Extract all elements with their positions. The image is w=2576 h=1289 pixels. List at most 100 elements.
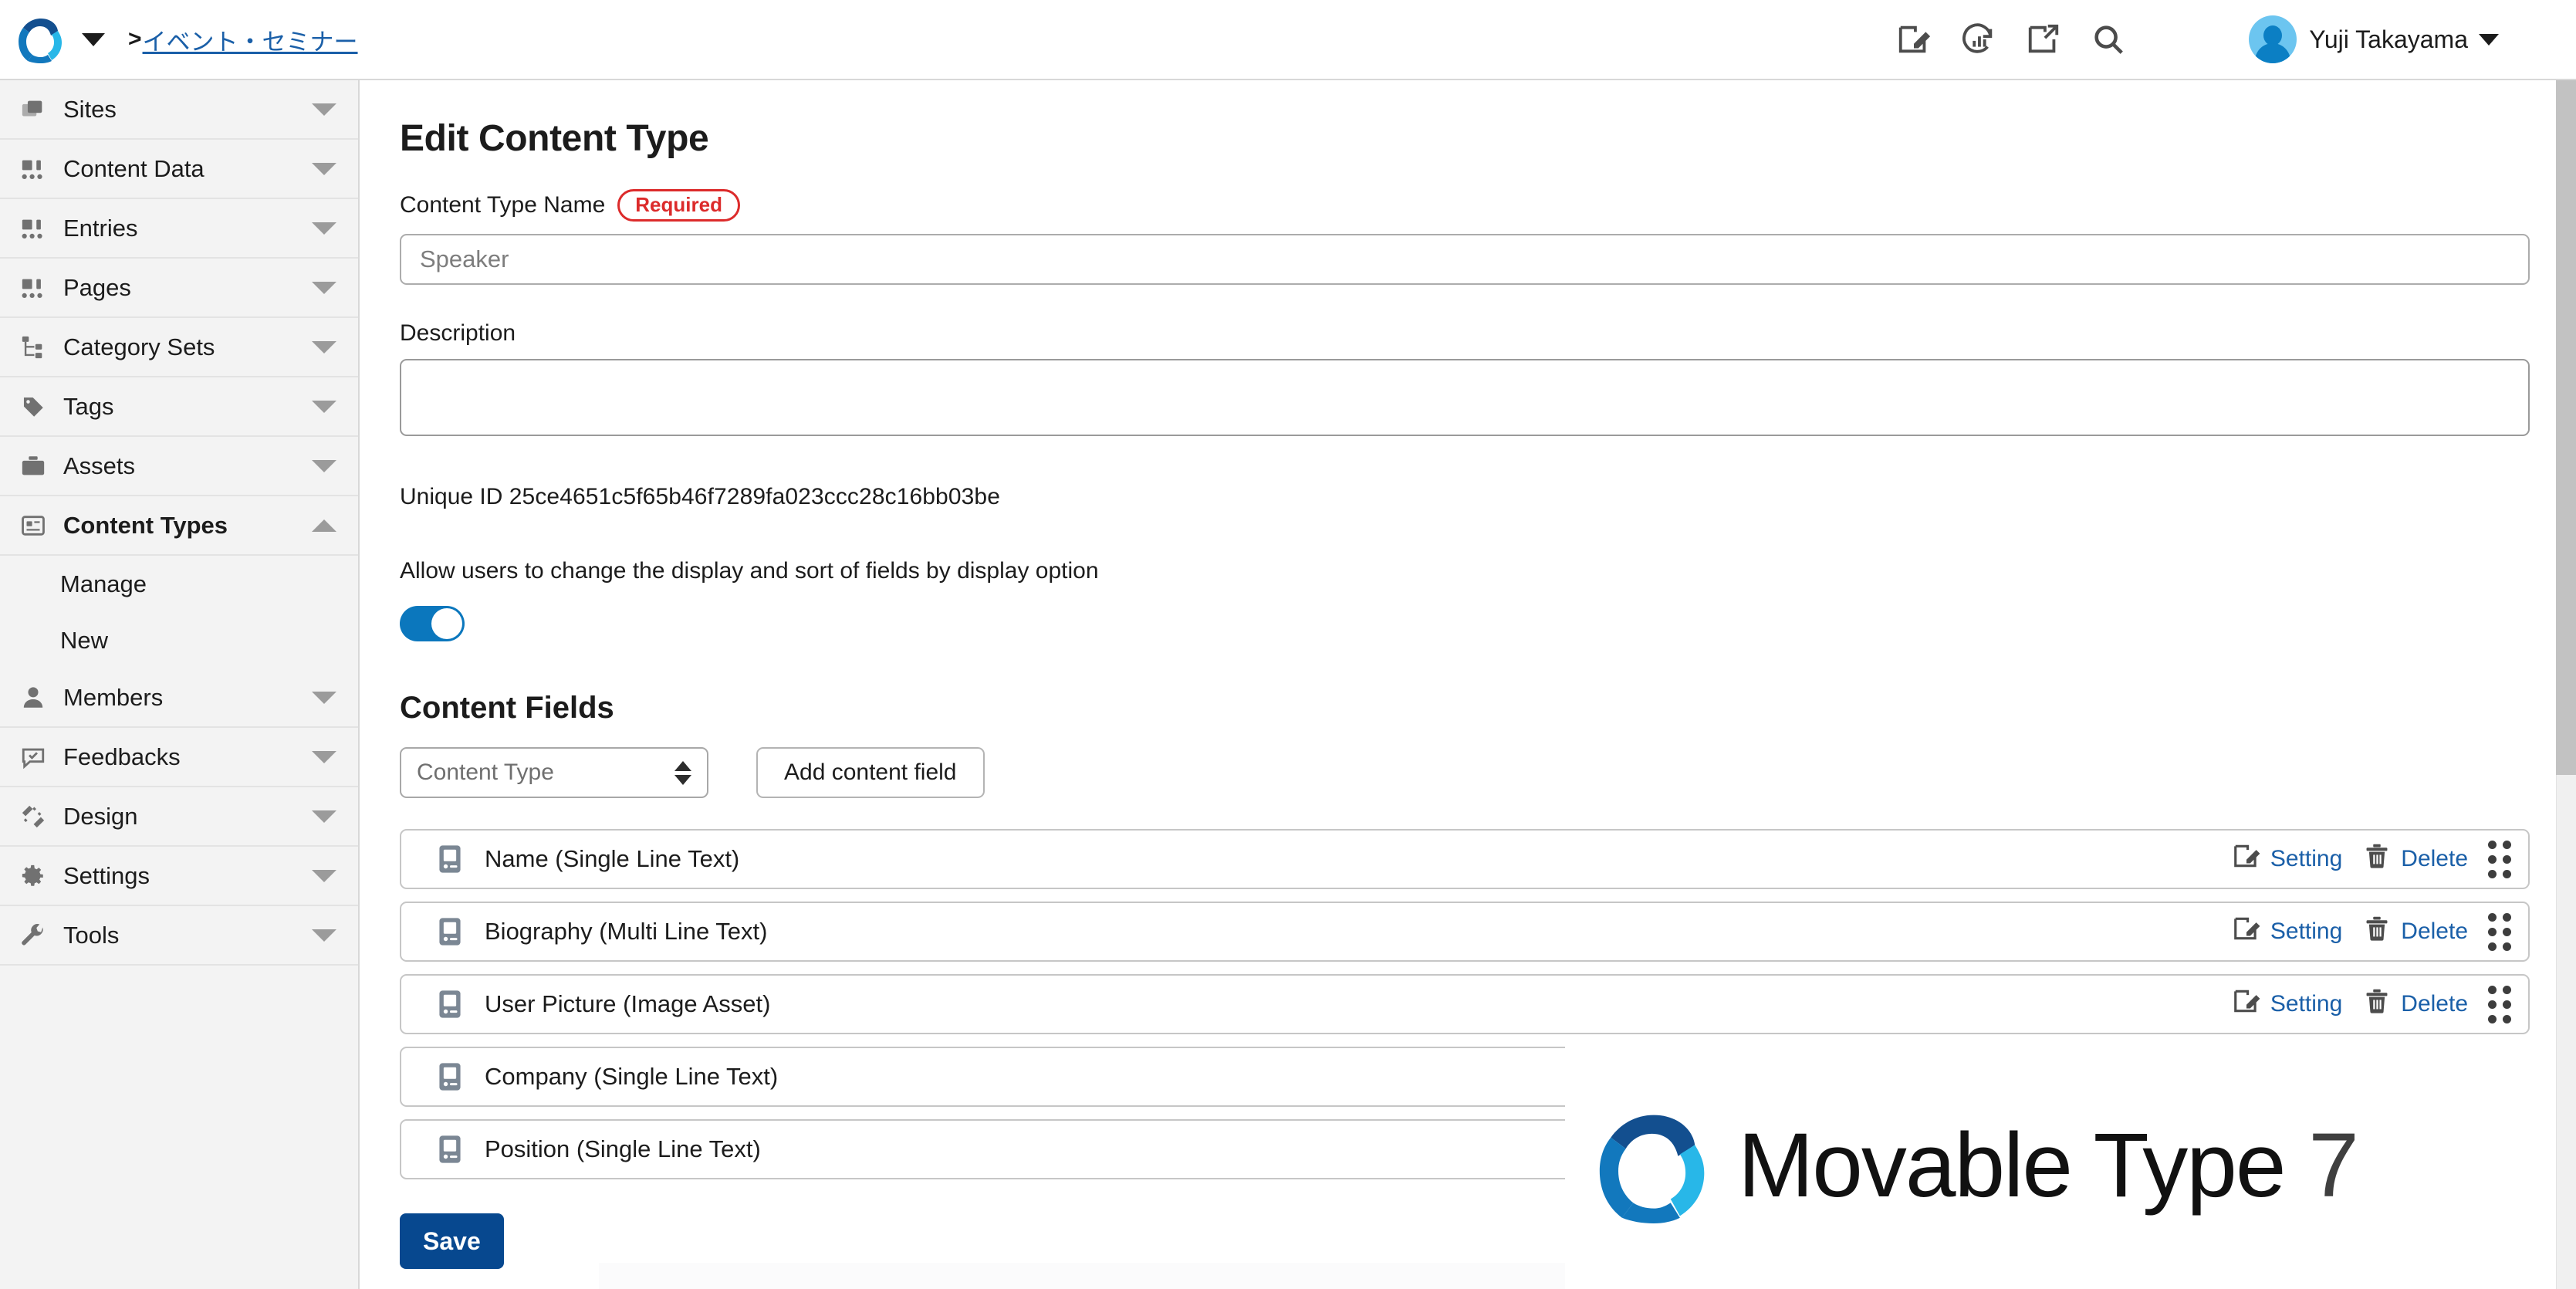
chevron-down-icon[interactable] [312, 750, 336, 763]
setting-action[interactable]: Setting [2232, 986, 2342, 1022]
drag-handle-icon[interactable] [2488, 1057, 2511, 1096]
toggle-knob [431, 608, 462, 639]
drag-handle-icon[interactable] [2488, 1130, 2511, 1169]
edit-external-icon[interactable] [2019, 15, 2068, 64]
trash-icon [2362, 1132, 2392, 1167]
bottom-panel-edge [599, 1263, 1895, 1289]
delete-action[interactable]: Delete [2362, 986, 2468, 1022]
sidebar-subitem-new[interactable]: New [0, 612, 358, 668]
content-type-name-label-row: Content Type Name Required [400, 189, 2530, 222]
field-type-select[interactable]: Content Type [400, 747, 708, 798]
content-data-icon [20, 156, 54, 182]
sidebar-item-assets[interactable]: Assets [0, 437, 358, 496]
delete-action[interactable]: Delete [2362, 914, 2468, 949]
sidebar-item-label: Tags [63, 392, 114, 420]
sites-icon [20, 96, 54, 123]
sidebar-item-design[interactable]: Design [0, 787, 358, 847]
sidebar-item-label: Pages [63, 273, 131, 301]
scrollbar-thumb[interactable] [2556, 80, 2576, 775]
drag-handle-icon[interactable] [2488, 985, 2511, 1023]
sidebar-item-pages[interactable]: Pages [0, 259, 358, 318]
content-type-name-input[interactable] [400, 234, 2530, 285]
chevron-down-icon[interactable] [312, 459, 336, 472]
content-field-row[interactable]: Biography (Multi Line Text) Setting Delete [400, 902, 2530, 962]
chevron-down-icon[interactable] [312, 281, 336, 294]
sidebar-item-label: Tools [63, 921, 120, 949]
vertical-scrollbar[interactable] [2556, 80, 2576, 1289]
trash-icon [2362, 986, 2392, 1022]
members-icon [20, 685, 54, 711]
setting-action[interactable]: Setting [2232, 1059, 2342, 1094]
add-content-field-button[interactable]: Add content field [756, 747, 985, 798]
entries-icon [20, 215, 54, 242]
avatar[interactable] [2249, 15, 2297, 63]
setting-action[interactable]: Setting [2232, 841, 2342, 877]
content-field-actions: Setting Delete [2212, 1130, 2511, 1169]
chevron-down-icon[interactable] [312, 162, 336, 175]
content-field-icon [437, 917, 468, 946]
setting-label: Setting [2270, 1064, 2343, 1089]
compose-entry-icon[interactable] [1889, 15, 1939, 64]
sidebar-item-entries[interactable]: Entries [0, 199, 358, 259]
sidebar-item-label: Settings [63, 861, 150, 889]
sidebar-item-tags[interactable]: Tags [0, 377, 358, 437]
sidebar-item-members[interactable]: Members [0, 668, 358, 728]
allow-display-option-toggle[interactable] [400, 606, 465, 641]
drag-handle-icon[interactable] [2488, 840, 2511, 878]
user-menu-caret-icon[interactable] [2479, 33, 2499, 46]
save-button[interactable]: Save [400, 1213, 504, 1269]
sidebar-item-content-data[interactable]: Content Data [0, 140, 358, 199]
sidebar-subitem-label: Manage [60, 570, 147, 597]
sidebar-item-feedbacks[interactable]: Feedbacks [0, 728, 358, 787]
breadcrumb-site-link[interactable]: イベント・セミナー [143, 22, 358, 57]
top-bar: > イベント・セミナー Yuji Takayama [0, 0, 2576, 80]
top-bar-actions: Yuji Takayama [1889, 15, 2576, 64]
chevron-down-icon[interactable] [312, 222, 336, 235]
content-field-icon [437, 1062, 468, 1091]
assets-icon [20, 453, 54, 479]
rebuild-stats-icon[interactable] [1954, 15, 2003, 64]
content-field-row[interactable]: Name (Single Line Text) Setting Delete [400, 829, 2530, 889]
design-icon [20, 804, 54, 830]
chevron-down-icon[interactable] [312, 869, 336, 882]
pages-icon [20, 275, 54, 301]
sidebar-item-label: Assets [63, 452, 136, 479]
site-switcher-caret-icon[interactable] [82, 32, 105, 46]
delete-action[interactable]: Delete [2362, 1132, 2468, 1167]
sidebar-item-content-types[interactable]: Content Types [0, 496, 358, 556]
description-textarea[interactable] [400, 359, 2530, 436]
sidebar-item-category-sets[interactable]: Category Sets [0, 318, 358, 377]
delete-action[interactable]: Delete [2362, 1059, 2468, 1094]
chevron-up-icon[interactable] [312, 519, 336, 532]
movable-type-logo[interactable] [17, 15, 65, 63]
delete-action[interactable]: Delete [2362, 841, 2468, 877]
content-field-row[interactable]: Company (Single Line Text) Setting Delete [400, 1047, 2530, 1107]
field-type-select-value: Content Type [417, 760, 554, 785]
setting-action[interactable]: Setting [2232, 1132, 2342, 1167]
search-icon[interactable] [2084, 15, 2133, 64]
chevron-down-icon[interactable] [312, 400, 336, 413]
user-name[interactable]: Yuji Takayama [2309, 25, 2468, 54]
select-spinner-icon [674, 760, 691, 785]
sidebar-item-tools[interactable]: Tools [0, 906, 358, 966]
edit-pencil-icon [2232, 841, 2261, 877]
content-field-actions: Setting Delete [2212, 1057, 2511, 1096]
setting-action[interactable]: Setting [2232, 914, 2342, 949]
drag-handle-icon[interactable] [2488, 912, 2511, 951]
chevron-down-icon[interactable] [312, 929, 336, 942]
sidebar-item-label: Content Types [63, 511, 228, 539]
chevron-down-icon[interactable] [312, 340, 336, 354]
chevron-down-icon[interactable] [312, 691, 336, 704]
chevron-down-icon[interactable] [312, 103, 336, 116]
sidebar-item-settings[interactable]: Settings [0, 847, 358, 906]
content-field-row[interactable]: User Picture (Image Asset) Setting Delete [400, 974, 2530, 1034]
edit-pencil-icon [2232, 1059, 2261, 1094]
content-field-row[interactable]: Position (Single Line Text) Setting Delete [400, 1119, 2530, 1179]
sidebar-item-sites[interactable]: Sites [0, 80, 358, 140]
content-field-actions: Setting Delete [2212, 912, 2511, 951]
edit-pencil-icon [2232, 1132, 2261, 1167]
sidebar-subitem-manage[interactable]: Manage [0, 556, 358, 612]
chevron-down-icon[interactable] [312, 810, 336, 823]
main-content: Edit Content Type Content Type Name Requ… [360, 80, 2576, 1289]
